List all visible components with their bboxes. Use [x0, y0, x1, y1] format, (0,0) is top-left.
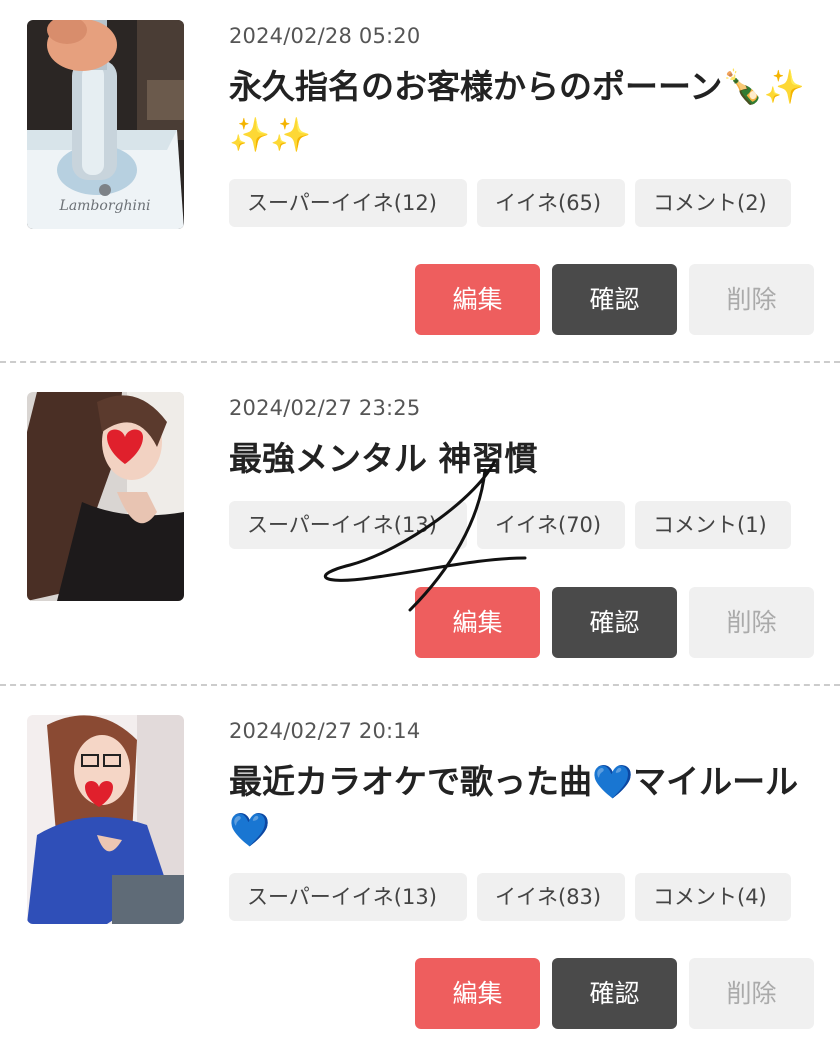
- post-card: 2024/02/27 20:14 最近カラオケで歌った曲💙マイルール💙 スーパー…: [0, 685, 840, 1057]
- post-title[interactable]: 最強メンタル 神習慣: [229, 435, 819, 483]
- post-card: 2024/02/27 23:25 最強メンタル 神習慣 スーパーイイネ(13) …: [0, 362, 840, 686]
- delete-button[interactable]: 削除: [689, 264, 814, 335]
- confirm-button[interactable]: 確認: [552, 264, 677, 335]
- post-thumbnail[interactable]: [27, 715, 184, 924]
- post-card: Lamborghini 2024/02/28 05:20 永久指名のお客様からの…: [0, 0, 840, 363]
- post-date: 2024/02/27 23:25: [229, 396, 421, 420]
- portrait-image: [27, 392, 184, 601]
- super-like-count[interactable]: スーパーイイネ(12): [229, 179, 467, 227]
- delete-button[interactable]: 削除: [689, 958, 814, 1029]
- reaction-chips: スーパーイイネ(13) イイネ(70) コメント(1): [229, 501, 801, 549]
- post-actions: 編集 確認 削除: [415, 587, 814, 658]
- super-like-count[interactable]: スーパーイイネ(13): [229, 873, 467, 921]
- like-count[interactable]: イイネ(83): [477, 873, 625, 921]
- post-title[interactable]: 永久指名のお客様からのポーーン🍾✨✨✨: [229, 63, 819, 159]
- edit-button[interactable]: 編集: [415, 587, 540, 658]
- post-actions: 編集 確認 削除: [415, 264, 814, 335]
- reaction-chips: スーパーイイネ(12) イイネ(65) コメント(2): [229, 179, 801, 227]
- reaction-chips: スーパーイイネ(13) イイネ(83) コメント(4): [229, 873, 801, 921]
- post-date: 2024/02/28 05:20: [229, 24, 421, 48]
- champagne-bucket-image: Lamborghini: [27, 20, 184, 229]
- super-like-count[interactable]: スーパーイイネ(13): [229, 501, 467, 549]
- thumb-logo-text: Lamborghini: [59, 198, 151, 214]
- like-count[interactable]: イイネ(70): [477, 501, 625, 549]
- post-actions: 編集 確認 削除: [415, 958, 814, 1029]
- confirm-button[interactable]: 確認: [552, 958, 677, 1029]
- comment-count[interactable]: コメント(2): [635, 179, 791, 227]
- confirm-button[interactable]: 確認: [552, 587, 677, 658]
- edit-button[interactable]: 編集: [415, 958, 540, 1029]
- delete-button[interactable]: 削除: [689, 587, 814, 658]
- post-thumbnail[interactable]: Lamborghini: [27, 20, 184, 229]
- post-date: 2024/02/27 20:14: [229, 719, 421, 743]
- post-title[interactable]: 最近カラオケで歌った曲💙マイルール💙: [229, 758, 819, 854]
- like-count[interactable]: イイネ(65): [477, 179, 625, 227]
- post-thumbnail[interactable]: [27, 392, 184, 601]
- comment-count[interactable]: コメント(1): [635, 501, 791, 549]
- comment-count[interactable]: コメント(4): [635, 873, 791, 921]
- portrait-image: [27, 715, 184, 924]
- edit-button[interactable]: 編集: [415, 264, 540, 335]
